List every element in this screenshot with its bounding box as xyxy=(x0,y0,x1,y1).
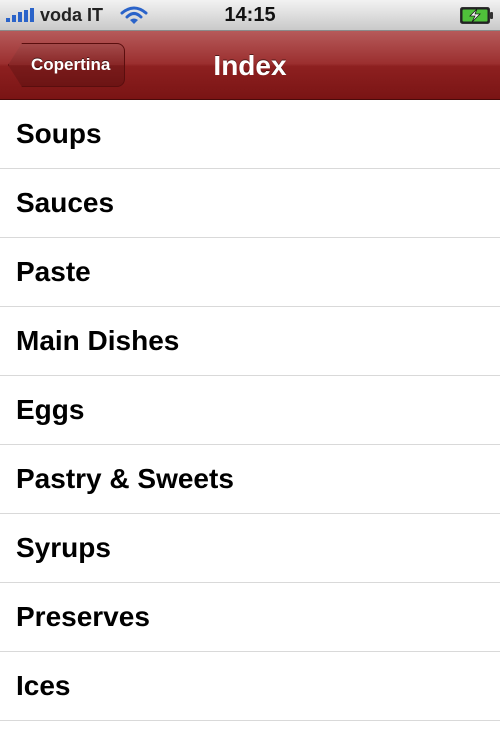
navigation-bar: Index Copertina xyxy=(0,31,500,100)
phone-screen: voda IT 14:15 Index Copertina Soups Sauc… xyxy=(0,0,500,750)
battery-charging-icon xyxy=(460,7,493,24)
list-item-preserves[interactable]: Preserves xyxy=(0,583,500,652)
status-bar: voda IT 14:15 xyxy=(0,0,500,31)
list-item-main-dishes[interactable]: Main Dishes xyxy=(0,307,500,376)
list-item-soups[interactable]: Soups xyxy=(0,100,500,169)
list-item-syrups[interactable]: Syrups xyxy=(0,514,500,583)
status-clock: 14:15 xyxy=(224,4,276,26)
list-item-paste[interactable]: Paste xyxy=(0,238,500,307)
back-button[interactable]: Copertina xyxy=(8,43,126,87)
index-list: Soups Sauces Paste Main Dishes Eggs Past… xyxy=(0,100,500,721)
list-item-pastry-sweets[interactable]: Pastry & Sweets xyxy=(0,445,500,514)
list-item-ices[interactable]: Ices xyxy=(0,652,500,721)
list-item-eggs[interactable]: Eggs xyxy=(0,376,500,445)
list-item-sauces[interactable]: Sauces xyxy=(0,169,500,238)
